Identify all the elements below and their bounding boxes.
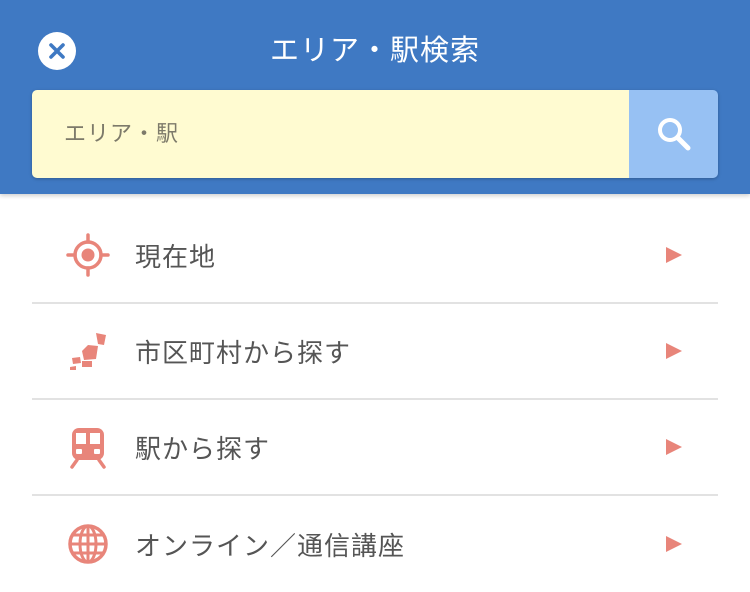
menu-item-label: 市区町村から探す xyxy=(135,338,352,369)
triangle-right-icon xyxy=(666,536,682,552)
page-title: エリア・駅検索 xyxy=(269,33,480,67)
search-button[interactable] xyxy=(629,90,718,178)
search-bar xyxy=(32,90,718,178)
search-input[interactable] xyxy=(32,90,629,178)
menu-item-label: 駅から探す xyxy=(135,434,271,465)
menu-item-online[interactable]: オンライン／通信講座 xyxy=(32,496,718,592)
triangle-right-icon xyxy=(666,247,682,263)
menu-item-station[interactable]: 駅から探す xyxy=(32,400,718,496)
map-icon xyxy=(66,329,110,373)
globe-icon xyxy=(66,522,110,566)
train-icon xyxy=(66,425,110,469)
search-icon xyxy=(657,118,690,151)
triangle-right-icon xyxy=(666,439,682,455)
menu-item-municipality[interactable]: 市区町村から探す xyxy=(32,304,718,400)
triangle-right-icon xyxy=(666,343,682,359)
menu-item-current-location[interactable]: 現在地 xyxy=(32,208,718,304)
location-target-icon xyxy=(66,233,110,277)
menu-item-label: 現在地 xyxy=(135,242,217,273)
menu-list: 現在地 市区町村から探す 駅から探す オンライン／通信講座 xyxy=(32,208,718,592)
menu-item-label: オンライン／通信講座 xyxy=(135,531,406,562)
header-bar: エリア・駅検索 xyxy=(0,0,750,194)
